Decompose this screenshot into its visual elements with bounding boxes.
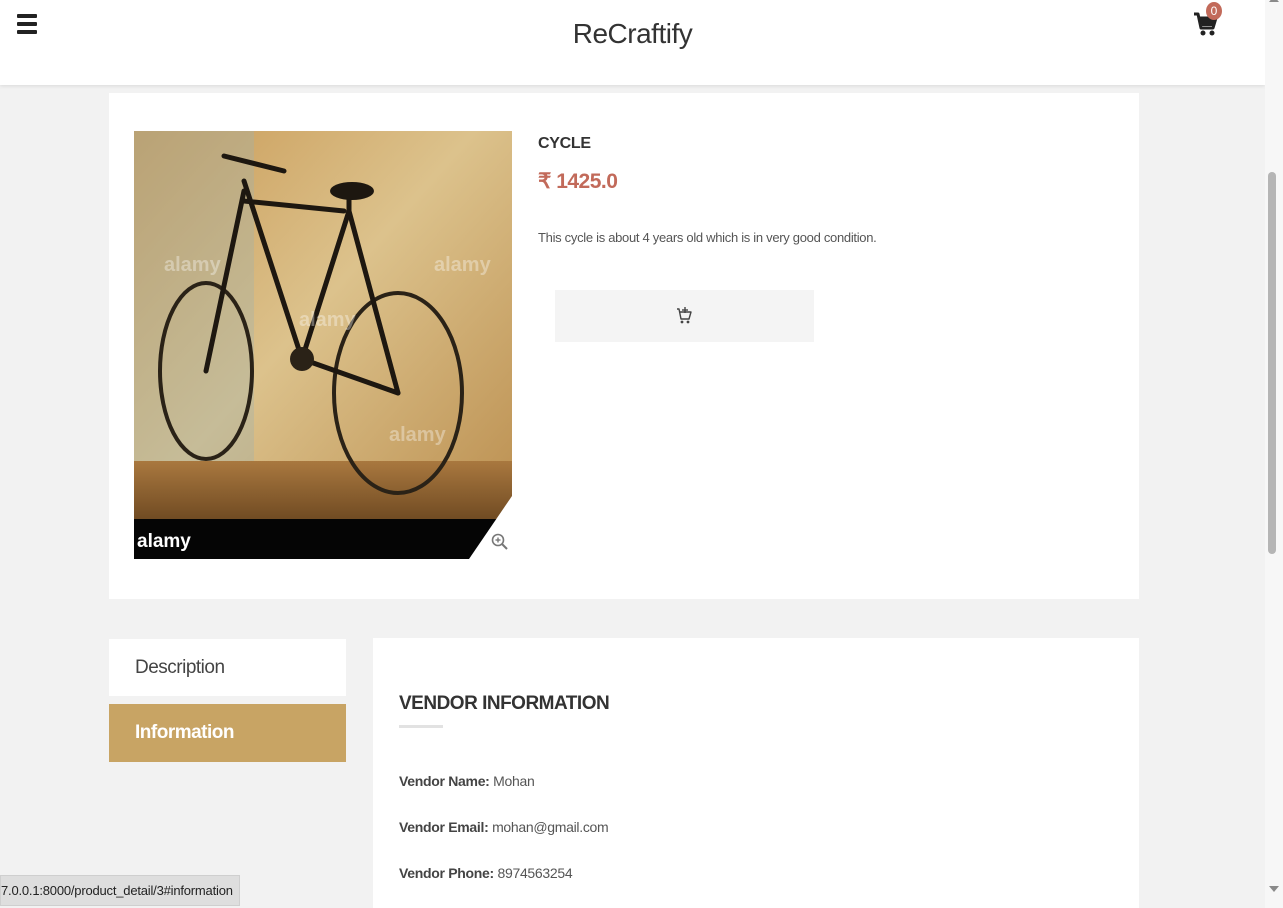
vendor-name-value: Mohan xyxy=(493,773,535,789)
vendor-email-value: mohan@gmail.com xyxy=(492,819,609,835)
svg-text:alamy: alamy xyxy=(164,254,222,276)
vendor-name-label: Vendor Name: xyxy=(399,773,490,789)
add-to-cart-icon xyxy=(677,307,692,324)
product-name: CYCLE xyxy=(538,135,591,152)
tab-description[interactable]: Description xyxy=(109,639,346,696)
scrollbar-thumb[interactable] xyxy=(1268,172,1276,554)
product-image[interactable]: alamy alamy alamy alamy alamy xyxy=(134,131,512,559)
vendor-email-label: Vendor Email: xyxy=(399,819,489,835)
svg-text:alamy: alamy xyxy=(299,309,357,331)
vendor-phone-value: 8974563254 xyxy=(497,865,573,881)
cart-count-badge: 0 xyxy=(1206,2,1222,20)
scroll-up-arrow-icon[interactable] xyxy=(1269,0,1279,2)
top-navbar: ReCraftify 0 xyxy=(0,0,1265,85)
product-price: ₹ 1425.0 xyxy=(538,170,618,193)
scroll-down-arrow-icon[interactable] xyxy=(1269,886,1279,892)
product-description: This cycle is about 4 years old which is… xyxy=(538,230,877,245)
vendor-info-panel: VENDOR INFORMATION Vendor Name: Mohan Ve… xyxy=(373,638,1139,908)
status-bar-url: 7.0.0.1:8000/product_detail/3#informatio… xyxy=(0,875,240,906)
vendor-email-row: Vendor Email: mohan@gmail.com xyxy=(399,819,609,835)
svg-text:alamy: alamy xyxy=(434,254,492,276)
product-tabs: Description Information xyxy=(109,639,346,762)
svg-text:alamy: alamy xyxy=(389,424,447,446)
page-scrollbar[interactable] xyxy=(1265,0,1283,908)
zoom-in-icon[interactable] xyxy=(491,533,509,551)
brand-title[interactable]: ReCraftify xyxy=(0,18,1265,50)
product-card: alamy alamy alamy alamy alamy CYCLE ₹ 14… xyxy=(109,93,1139,599)
vendor-phone-label: Vendor Phone: xyxy=(399,865,494,881)
vendor-phone-row: Vendor Phone: 8974563254 xyxy=(399,865,573,881)
vendor-info-title: VENDOR INFORMATION xyxy=(399,693,610,714)
image-watermark: alamy xyxy=(137,531,191,552)
vendor-name-row: Vendor Name: Mohan xyxy=(399,773,535,789)
title-underline xyxy=(399,725,443,728)
add-to-cart-button[interactable] xyxy=(555,290,814,342)
tab-information[interactable]: Information xyxy=(109,704,346,762)
